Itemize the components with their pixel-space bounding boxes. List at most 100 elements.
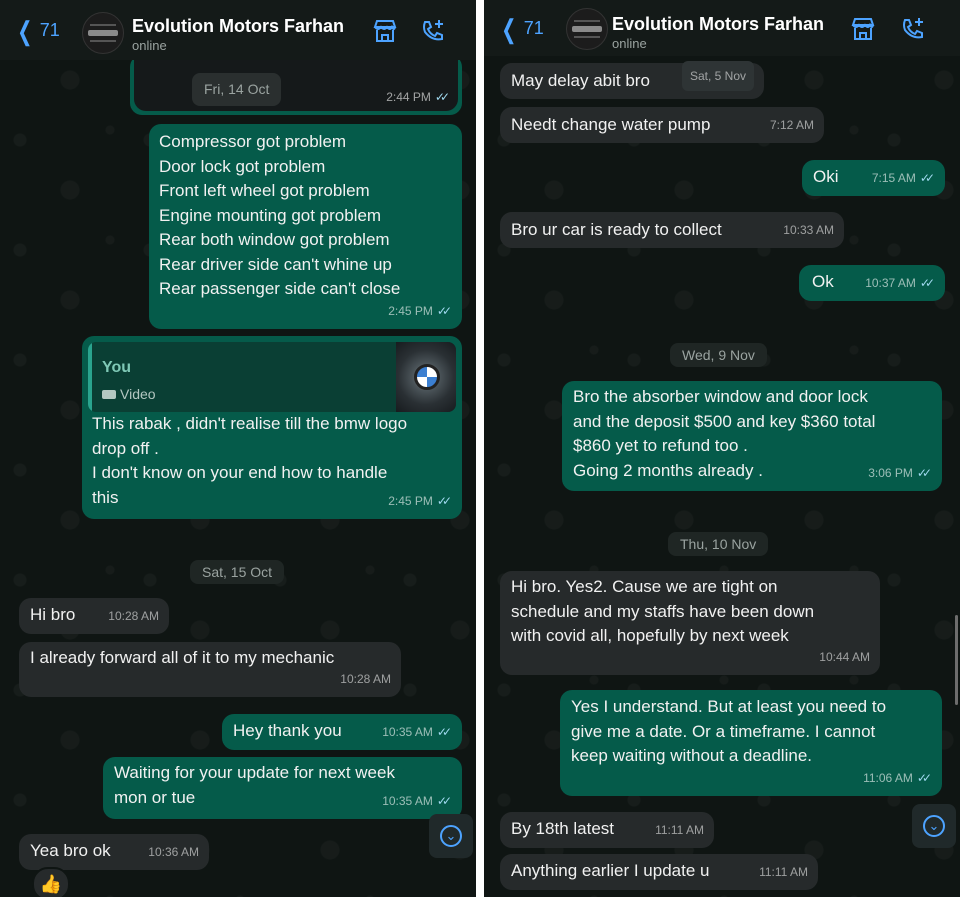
contact-status: online: [612, 36, 647, 51]
scroll-to-bottom-button[interactable]: ⌄: [912, 804, 956, 848]
back-button[interactable]: ❮ 71: [14, 15, 60, 46]
message-text: This rabak , didn't realise till the bmw…: [92, 414, 408, 507]
message-meta: 2:45 PM ✓✓: [388, 299, 452, 324]
message-meta: 10:28 AM: [340, 667, 391, 692]
message-time: 10:28 AM: [340, 671, 391, 686]
message-meta: 2:45 PM ✓✓: [388, 489, 452, 514]
unread-count: 71: [523, 18, 544, 38]
message-bubble[interactable]: Hi bro 10:28 AM: [19, 598, 169, 634]
left-chat-panel: ❮ 71 Evolution Motors Farhan online Fri,…: [0, 0, 476, 897]
phone-add-icon[interactable]: [900, 16, 926, 42]
quote-bar: [88, 342, 92, 412]
message-bubble[interactable]: Compressor got problem Door lock got pro…: [149, 124, 462, 329]
message-text: Ok: [812, 272, 834, 291]
company-logo: [572, 26, 602, 32]
double-check-icon: ✓✓: [919, 275, 935, 290]
message-text: By 18th latest: [511, 819, 615, 838]
message-bubble[interactable]: Waiting for your update for next week mo…: [103, 757, 462, 819]
message-time: 7:12 AM: [769, 117, 814, 132]
unread-count: 71: [39, 20, 60, 40]
chevron-down-icon: ⌄: [923, 815, 945, 837]
message-bubble[interactable]: Yes I understand. But at least you need …: [560, 690, 942, 796]
message-time: 10:28 AM: [108, 608, 159, 623]
date-separator: Wed, 9 Nov: [670, 343, 767, 367]
message-text: Bro the absorber window and door lock an…: [573, 387, 876, 480]
message-text: Hi bro: [30, 605, 76, 624]
message-text: May delay abit bro: [511, 71, 650, 90]
message-bubble[interactable]: Anything earlier I update u 11:11 AM: [500, 854, 818, 890]
reaction-badge[interactable]: 👍: [32, 867, 70, 897]
message-time: 10:36 AM: [148, 844, 199, 859]
message-text: I already forward all of it to my mechan…: [30, 648, 335, 667]
message-text: Yes I understand. But at least you need …: [571, 697, 887, 765]
message-text: Yea bro ok: [30, 841, 111, 860]
message-time: 10:37 AM: [865, 275, 916, 290]
message-bubble[interactable]: Bro the absorber window and door lock an…: [562, 381, 942, 491]
phone-add-icon[interactable]: [420, 18, 446, 44]
date-separator: Fri, 14 Oct: [192, 73, 282, 106]
reply-message-bubble[interactable]: You Video This rabak , didn't realise ti…: [82, 336, 462, 519]
chevron-left-icon: ❮: [17, 15, 33, 46]
message-bubble[interactable]: Oki 7:15 AM ✓✓: [802, 160, 945, 196]
message-bubble[interactable]: May delay abit bro Sat, 5 Nov: [500, 60, 764, 99]
message-time: 2:45 PM: [388, 303, 433, 318]
message-time: 11:06 AM: [863, 770, 913, 785]
avatar[interactable]: [82, 12, 124, 54]
message-bubble[interactable]: Bro ur car is ready to collect 10:33 AM: [500, 212, 844, 248]
message-meta: 11:06 AM ✓✓: [863, 766, 932, 791]
date-separator: Thu, 10 Nov: [668, 532, 769, 556]
message-text: Needt change water pump: [511, 115, 711, 134]
double-check-icon: ✓✓: [919, 170, 935, 185]
double-check-icon: ✓✓: [436, 303, 452, 318]
double-check-icon: ✓✓: [434, 89, 450, 104]
quote-author: You: [102, 359, 132, 376]
avatar[interactable]: [566, 8, 608, 50]
message-time: 10:44 AM: [819, 649, 870, 664]
message-meta: 10:33 AM: [783, 218, 834, 243]
scroll-to-bottom-button[interactable]: ⌄: [429, 814, 473, 858]
double-check-icon: ✓✓: [436, 493, 452, 508]
message-meta: 11:11 AM: [759, 860, 808, 885]
message-time: 10:35 AM: [382, 724, 433, 739]
message-bubble[interactable]: Hey thank you 10:35 AM ✓✓: [222, 714, 462, 750]
message-meta: 11:11 AM: [655, 818, 704, 843]
message-time: 10:35 AM: [382, 793, 433, 808]
message-meta: 7:15 AM ✓✓: [872, 166, 935, 191]
double-check-icon: ✓✓: [436, 793, 452, 808]
video-icon: [102, 389, 116, 399]
quoted-message[interactable]: You Video: [88, 342, 456, 412]
message-time: 11:11 AM: [759, 864, 808, 879]
storefront-icon[interactable]: [850, 16, 876, 42]
message-text: Hey thank you: [233, 721, 342, 740]
message-meta: 3:06 PM ✓✓: [868, 461, 932, 486]
double-check-icon: ✓✓: [436, 724, 452, 739]
right-chat-panel: ❮ 71 Evolution Motors Farhan online May …: [484, 0, 960, 897]
message-time: 3:06 PM: [868, 465, 913, 480]
quote-thumbnail: [396, 342, 456, 412]
back-button[interactable]: ❮ 71: [498, 16, 544, 42]
contact-status: online: [132, 38, 167, 53]
message-text: Compressor got problem Door lock got pro…: [159, 132, 401, 298]
message-text: Bro ur car is ready to collect: [511, 220, 722, 239]
message-bubble[interactable]: Yea bro ok 10:36 AM: [19, 834, 209, 870]
photo-message[interactable]: Fri, 14 Oct 2:44 PM ✓✓: [130, 55, 462, 115]
contact-name[interactable]: Evolution Motors Farhan: [132, 16, 344, 37]
contact-name[interactable]: Evolution Motors Farhan: [612, 14, 824, 35]
message-bubble[interactable]: Hi bro. Yes2. Cause we are tight on sche…: [500, 571, 880, 675]
message-meta: 10:37 AM ✓✓: [865, 271, 935, 296]
message-meta: 7:12 AM: [770, 113, 814, 138]
message-meta: 10:35 AM ✓✓: [382, 720, 452, 745]
message-bubble[interactable]: I already forward all of it to my mechan…: [19, 642, 401, 697]
double-check-icon: ✓✓: [916, 465, 932, 480]
date-separator: Sat, 15 Oct: [190, 560, 285, 584]
message-bubble[interactable]: Ok 10:37 AM ✓✓: [799, 265, 945, 301]
message-text: Oki: [813, 167, 839, 186]
scrollbar[interactable]: [955, 615, 958, 705]
message-meta: 10:35 AM ✓✓: [382, 789, 452, 814]
message-time: Sat, 5 Nov: [681, 60, 754, 91]
message-time: 10:33 AM: [783, 222, 834, 237]
storefront-icon[interactable]: [372, 18, 398, 44]
message-bubble[interactable]: By 18th latest 11:11 AM: [500, 812, 714, 848]
bmw-logo: [414, 364, 440, 390]
message-bubble[interactable]: Needt change water pump 7:12 AM: [500, 107, 824, 143]
